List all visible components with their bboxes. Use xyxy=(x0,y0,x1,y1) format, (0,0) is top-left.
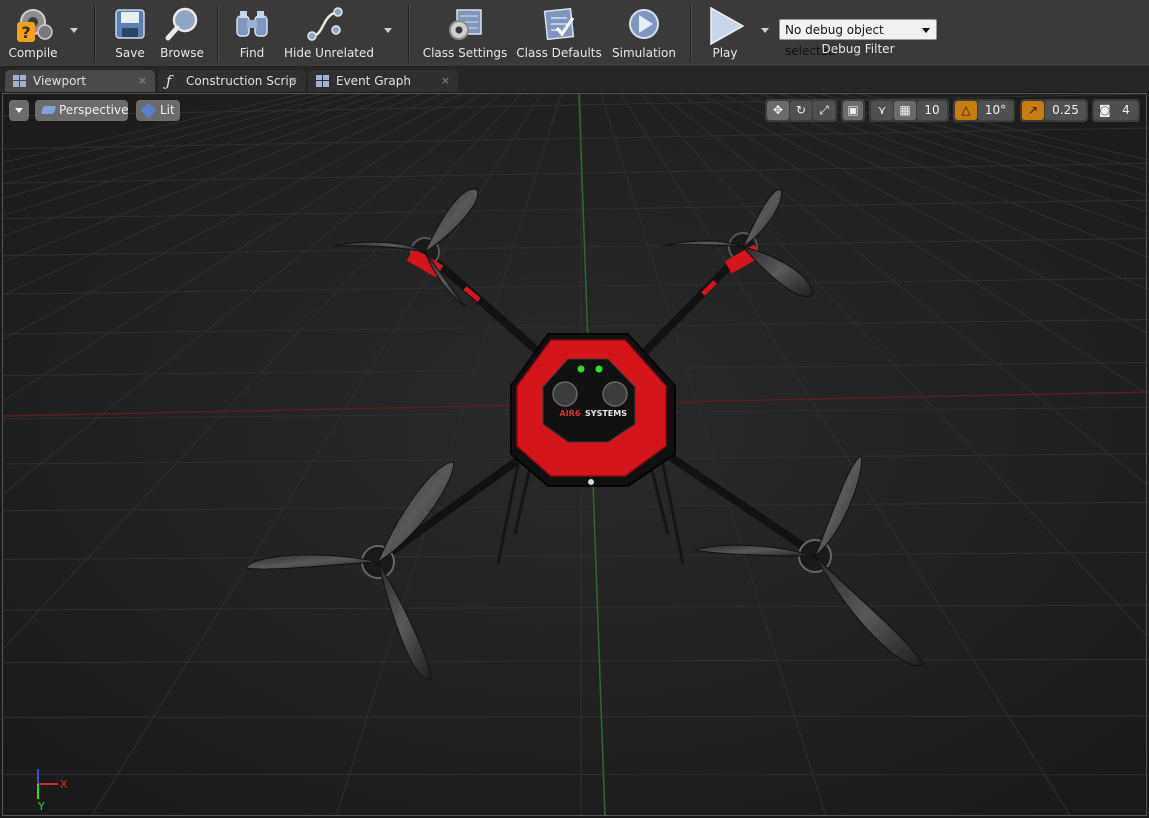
viewport-scene: AIR6 SYSTEMS X Y xyxy=(3,94,1146,815)
simulation-icon xyxy=(629,9,659,39)
grid-snap-value[interactable]: 10 xyxy=(917,101,947,120)
world-space-button[interactable]: ▣ xyxy=(843,101,863,120)
compile-icon: ? xyxy=(17,9,53,42)
svg-text:?: ? xyxy=(21,23,30,42)
viewport-options-button[interactable] xyxy=(9,100,29,121)
drone-logo-right: SYSTEMS xyxy=(585,409,627,418)
hide-unrelated-label: Hide Unrelated xyxy=(284,46,375,60)
chevron-down-icon xyxy=(922,28,930,33)
compile-button[interactable]: ? Compile xyxy=(4,2,62,62)
tab-event-graph[interactable]: Event Graph × xyxy=(308,70,458,92)
compile-options-dropdown[interactable] xyxy=(70,28,78,33)
function-icon: ƒ xyxy=(166,72,172,90)
axis-y-label: Y xyxy=(37,800,45,813)
debug-object-select[interactable]: No debug object selected xyxy=(779,19,937,58)
editor-tab-bar: Viewport × ƒ Construction Scrip × Event … xyxy=(0,67,1149,92)
scale-snap-toggle[interactable]: ↗ xyxy=(1022,101,1044,120)
magnifier-icon xyxy=(165,7,198,41)
tab-viewport-label: Viewport xyxy=(33,74,87,88)
close-icon[interactable]: × xyxy=(138,70,147,92)
hide-unrelated-options-dropdown[interactable] xyxy=(384,28,392,33)
scale-mode-button[interactable]: ⤢ xyxy=(813,101,835,120)
tab-event-graph-label: Event Graph xyxy=(336,74,411,88)
save-button[interactable]: Save xyxy=(106,2,154,62)
toolbar-divider xyxy=(408,4,410,62)
simulation-button[interactable]: Simulation xyxy=(610,2,678,62)
graph-icon xyxy=(316,75,329,87)
node-graph-icon xyxy=(307,7,343,41)
view-mode-button[interactable]: Perspective xyxy=(35,100,129,121)
level-viewport[interactable]: AIR6 SYSTEMS X Y Perspective Lit ✥ ↻ ⤢ ▣… xyxy=(2,93,1147,816)
view-mode-label: Perspective xyxy=(59,103,129,117)
simulation-label: Simulation xyxy=(612,46,676,60)
tab-construction-script-label: Construction Scrip xyxy=(186,74,297,88)
class-defaults-label: Class Defaults xyxy=(516,46,602,60)
close-icon[interactable]: × xyxy=(289,70,298,92)
class-defaults-button[interactable]: Class Defaults xyxy=(516,2,602,62)
camera-speed-group: ◙ 4 xyxy=(1092,99,1140,122)
toolbar-divider xyxy=(94,4,96,62)
lighting-mode-button[interactable]: Lit xyxy=(136,100,180,121)
transform-mode-group: ✥ ↻ ⤢ xyxy=(765,99,837,122)
save-label: Save xyxy=(115,46,145,60)
class-settings-gear-icon xyxy=(449,9,482,40)
class-settings-label: Class Settings xyxy=(422,46,508,60)
play-options-dropdown[interactable] xyxy=(761,28,769,33)
lighting-mode-label: Lit xyxy=(160,103,175,117)
viewport-icon xyxy=(13,75,26,87)
play-icon xyxy=(710,6,745,46)
toolbar-divider xyxy=(690,4,692,62)
browse-button[interactable]: Browse xyxy=(158,2,206,62)
scale-snap-value[interactable]: 0.25 xyxy=(1045,101,1086,120)
drone-logo-left: AIR6 xyxy=(560,409,581,418)
axis-x-label: X xyxy=(60,778,68,791)
class-settings-button[interactable]: Class Settings xyxy=(422,2,508,62)
camera-icon: ◙ xyxy=(1099,103,1111,117)
coordinate-space-group: ▣ xyxy=(841,99,865,122)
surface-snap-button[interactable]: ⋎ xyxy=(871,101,893,120)
play-button[interactable]: Play xyxy=(700,2,750,62)
grid-snap-group: ⋎ ▦ 10 xyxy=(869,99,949,122)
perspective-icon xyxy=(40,106,57,114)
play-label: Play xyxy=(712,46,738,60)
compile-label: Compile xyxy=(8,46,58,60)
find-button[interactable]: Find xyxy=(228,2,276,62)
find-label: Find xyxy=(239,46,265,60)
checklist-icon xyxy=(543,7,575,41)
scale-snap-group: ↗ 0.25 xyxy=(1020,99,1088,122)
hide-unrelated-button[interactable]: Hide Unrelated xyxy=(284,2,375,62)
grid-snap-toggle[interactable]: ▦ xyxy=(894,101,916,120)
rotation-snap-toggle[interactable]: △ xyxy=(955,101,977,120)
tab-viewport[interactable]: Viewport × xyxy=(5,70,155,92)
browse-label: Browse xyxy=(160,46,204,60)
main-toolbar: ? Compile Save Browse Find Hide Unrelate… xyxy=(0,0,1149,67)
rotate-mode-button[interactable]: ↻ xyxy=(790,101,812,120)
toolbar-divider xyxy=(217,4,219,62)
camera-speed-value: 4 xyxy=(1122,103,1130,117)
rotation-snap-group: △ 10° xyxy=(953,99,1015,122)
camera-speed-button[interactable]: ◙ 4 xyxy=(1094,101,1138,120)
debug-filter-label: Debug Filter xyxy=(821,42,895,56)
chevron-down-icon xyxy=(15,108,23,113)
tab-construction-script[interactable]: ƒ Construction Scrip × xyxy=(158,70,306,92)
translate-mode-button[interactable]: ✥ xyxy=(767,101,789,120)
lit-sphere-icon xyxy=(140,102,157,119)
close-icon[interactable]: × xyxy=(441,70,450,92)
binoculars-icon xyxy=(236,11,268,37)
rotation-snap-value[interactable]: 10° xyxy=(978,101,1013,120)
save-icon xyxy=(115,9,145,39)
